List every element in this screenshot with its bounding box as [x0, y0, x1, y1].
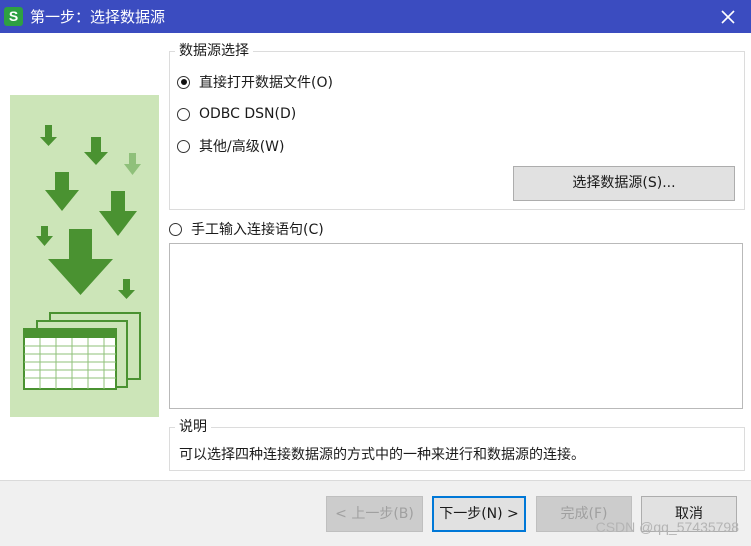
radio-other-advanced[interactable]: 其他/高级(W) — [177, 136, 284, 156]
radio-manual-connection-label: 手工输入连接语句(C) — [191, 222, 324, 238]
radio-open-file-label: 直接打开数据文件(O) — [199, 75, 333, 91]
close-icon[interactable] — [717, 6, 739, 28]
title-bar: S 第一步：选择数据源 — [0, 0, 751, 33]
watermark-text: CSDN @qq_57435798 — [595, 519, 739, 535]
wizard-illustration — [10, 95, 159, 417]
description-group-label: 说明 — [175, 418, 211, 436]
select-datasource-button[interactable]: 选择数据源(S)... — [513, 166, 735, 201]
radio-odbc-dsn-label: ODBC DSN(D) — [199, 106, 297, 122]
data-import-arrows-icon — [23, 125, 141, 390]
radio-manual-connection[interactable]: 手工输入连接语句(C) — [169, 219, 324, 239]
description-text: 可以选择四种连接数据源的方式中的一种来进行和数据源的连接。 — [179, 447, 585, 463]
app-logo-icon: S — [4, 7, 23, 26]
connection-string-textarea[interactable] — [169, 243, 743, 409]
datasource-group-label: 数据源选择 — [175, 42, 253, 60]
prev-button[interactable]: < 上一步(B) — [326, 496, 423, 532]
radio-open-file-button[interactable] — [177, 75, 190, 89]
next-button[interactable]: 下一步(N) > — [432, 496, 526, 532]
radio-odbc-dsn-button[interactable] — [177, 107, 190, 121]
window-title: 第一步：选择数据源 — [30, 8, 166, 26]
radio-odbc-dsn[interactable]: ODBC DSN(D) — [177, 104, 296, 124]
radio-other-advanced-button[interactable] — [177, 139, 190, 153]
radio-other-advanced-label: 其他/高级(W) — [199, 139, 285, 155]
radio-open-file[interactable]: 直接打开数据文件(O) — [177, 72, 333, 92]
radio-manual-connection-button[interactable] — [169, 222, 182, 236]
